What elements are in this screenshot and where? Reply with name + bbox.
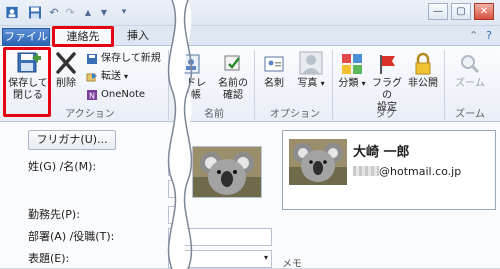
picture-placeholder-icon bbox=[299, 51, 323, 75]
ribbon-tabs: ファイル 連絡先 挿入 ⌃ ? bbox=[0, 26, 500, 46]
minimize-button[interactable]: — bbox=[428, 3, 448, 20]
magnifier-icon bbox=[461, 55, 480, 74]
maximize-button[interactable]: ▢ bbox=[451, 3, 471, 20]
ribbon: 保存して 閉じる 削除 保存して新規 転送 ▾ N OneNote アクション … bbox=[0, 46, 500, 122]
tab-contact[interactable]: 連絡先 bbox=[54, 28, 112, 46]
picture-button[interactable]: 写真 ▾ bbox=[292, 50, 330, 90]
card-contact-name: 大崎 一郎 bbox=[353, 145, 410, 160]
business-card-label: 名刺 bbox=[264, 78, 284, 89]
save-and-close-button[interactable]: 保存して 閉じる bbox=[6, 50, 50, 102]
check-names-icon bbox=[224, 55, 240, 71]
redo-icon[interactable]: ↷ bbox=[64, 5, 76, 20]
follow-up-label-1: フラグの bbox=[372, 78, 402, 101]
card-koala-photo bbox=[289, 139, 347, 185]
group-label-options: オプション bbox=[270, 109, 320, 120]
picture-dropdown-icon: ▾ bbox=[320, 79, 325, 88]
delete-x-icon bbox=[56, 52, 76, 74]
move-up-icon[interactable]: ▲ bbox=[82, 5, 94, 20]
save-new-icon bbox=[87, 54, 97, 64]
delete-label: 削除 bbox=[56, 78, 76, 89]
lock-icon bbox=[415, 52, 431, 75]
furigana-button[interactable]: フリガナ(U)... bbox=[28, 130, 116, 150]
onenote-label: OneNote bbox=[101, 89, 146, 100]
zoom-label: ズーム bbox=[455, 78, 485, 89]
wavy-cut-divider bbox=[167, 0, 193, 269]
contact-form: フリガナ(U)... 姓(G) /名(M): 勤務先(P): 部署(A) /役職… bbox=[0, 122, 500, 269]
categorize-icon bbox=[342, 54, 362, 74]
categorize-label: 分類 bbox=[338, 78, 359, 89]
window-controls: — ▢ ✕ bbox=[428, 3, 494, 20]
follow-up-button[interactable]: フラグの 設定 bbox=[370, 52, 404, 114]
file-as-label: 表題(E): bbox=[28, 252, 70, 265]
file-as-dropdown-icon[interactable]: ▾ bbox=[264, 253, 268, 262]
save-close-icon bbox=[17, 52, 41, 73]
forward-icon bbox=[86, 73, 97, 82]
customize-quick-access-icon[interactable]: ▾ bbox=[118, 5, 130, 20]
categorize-button[interactable]: 分類 ▾ bbox=[336, 52, 368, 90]
group-label-zoom: ズーム bbox=[455, 109, 485, 120]
ribbon-separator bbox=[444, 50, 445, 120]
picture-label: 写真 bbox=[297, 78, 318, 89]
forward-button[interactable]: 転送 ▾ bbox=[86, 70, 128, 84]
outlook-contact-icon bbox=[6, 6, 18, 19]
redacted-email-user bbox=[353, 166, 379, 176]
private-label: 非公開 bbox=[408, 78, 438, 89]
move-down-icon[interactable]: ▼ bbox=[98, 5, 110, 20]
save-close-label-1: 保存して bbox=[8, 78, 48, 89]
business-card-button[interactable]: 名刺 bbox=[258, 52, 290, 90]
card-email: @hotmail.co.jp bbox=[379, 165, 462, 178]
forward-dropdown-icon: ▾ bbox=[124, 72, 129, 81]
check-names-label-1: 名前の bbox=[218, 78, 248, 89]
svg-text:N: N bbox=[89, 92, 95, 101]
department-label: 部署(A) /役職(T): bbox=[28, 230, 115, 243]
save-icon[interactable] bbox=[28, 5, 42, 20]
company-label: 勤務先(P): bbox=[28, 208, 80, 221]
collapse-ribbon-icon[interactable]: ⌃ bbox=[469, 29, 478, 42]
check-names-button[interactable]: 名前の 確認 bbox=[214, 52, 252, 102]
help-icon[interactable]: ? bbox=[486, 29, 492, 42]
undo-icon[interactable]: ↶ bbox=[48, 5, 60, 20]
business-card-preview: 大崎 一郎 @hotmail.co.jp bbox=[282, 130, 496, 210]
name-label: 姓(G) /名(M): bbox=[28, 160, 97, 173]
ribbon-separator bbox=[254, 50, 255, 120]
group-label-action: アクション bbox=[65, 109, 115, 120]
forward-label: 転送 bbox=[101, 71, 121, 82]
ribbon-separator bbox=[332, 50, 333, 120]
save-close-label-2: 閉じる bbox=[13, 90, 43, 101]
zoom-button[interactable]: ズーム bbox=[448, 52, 492, 90]
delete-button[interactable]: 削除 bbox=[52, 50, 80, 90]
tab-file[interactable]: ファイル bbox=[2, 28, 50, 46]
title-bar: ↶ ↷ ▲ ▼ ▾ — ▢ ✕ bbox=[0, 0, 500, 26]
private-button[interactable]: 非公開 bbox=[406, 52, 440, 90]
business-card-icon bbox=[264, 56, 284, 72]
onenote-button[interactable]: N OneNote bbox=[86, 88, 145, 102]
categorize-dropdown-icon: ▾ bbox=[361, 79, 366, 88]
check-names-label-2: 確認 bbox=[223, 90, 243, 101]
onenote-icon: N bbox=[87, 90, 97, 101]
close-button[interactable]: ✕ bbox=[474, 3, 494, 20]
flag-icon bbox=[380, 55, 395, 74]
group-label-tags: タグ bbox=[376, 109, 396, 120]
